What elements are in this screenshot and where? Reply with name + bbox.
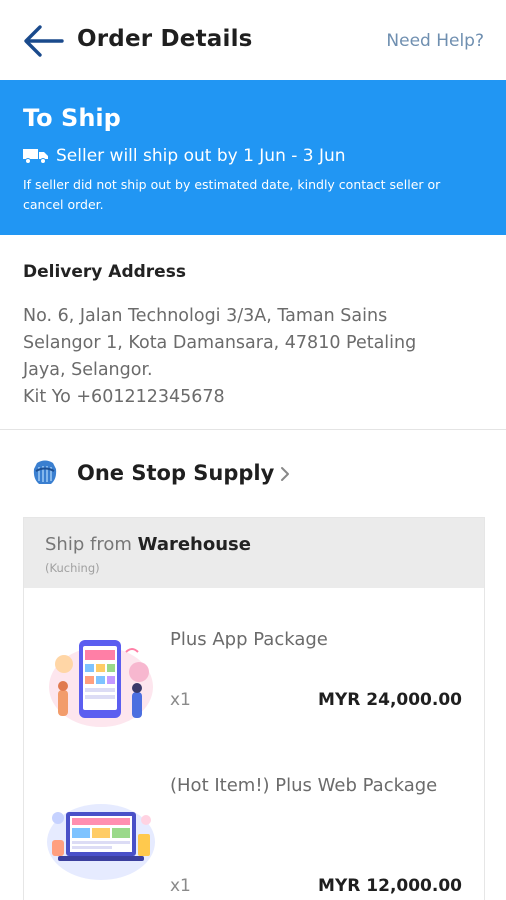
delivery-address-heading: Delivery Address <box>23 262 186 282</box>
back-button[interactable] <box>22 22 66 60</box>
address-line: Jaya, Selangor. <box>23 360 153 380</box>
product-price: MYR 12,000.00 <box>318 876 462 896</box>
status-title: To Ship <box>23 104 121 132</box>
shipping-estimate: Seller will ship out by 1 Jun - 3 Jun <box>23 146 346 166</box>
order-items-card: Ship from Warehouse (Kuching) Plus App P… <box>23 517 485 900</box>
list-item[interactable]: (Hot Item!) Plus Web Package x1 MYR 12,0… <box>24 756 484 900</box>
delivery-address-section: Delivery Address No. 6, Jalan Technologi… <box>0 235 506 430</box>
product-image-web <box>47 804 155 880</box>
shop-logo-icon <box>33 460 57 484</box>
product-price: MYR 24,000.00 <box>318 690 462 710</box>
delivery-address-body: No. 6, Jalan Technologi 3/3A, Taman Sain… <box>23 303 463 411</box>
shop-name: One Stop Supply <box>77 461 275 485</box>
product-name: (Hot Item!) Plus Web Package <box>170 775 438 796</box>
recipient-contact: Kit Yo +601212345678 <box>23 387 225 407</box>
ship-from-header: Ship from Warehouse (Kuching) <box>24 518 484 588</box>
address-line: No. 6, Jalan Technologi 3/3A, Taman Sain… <box>23 306 388 326</box>
ship-by-text: Seller will ship out by 1 Jun - 3 Jun <box>56 146 346 166</box>
truck-icon <box>23 149 48 164</box>
warehouse-location: (Kuching) <box>45 561 100 575</box>
product-image-app <box>49 640 153 727</box>
need-help-link[interactable]: Need Help? <box>386 31 484 51</box>
product-quantity: x1 <box>170 876 191 896</box>
order-status-banner: To Ship Seller will ship out by 1 Jun - … <box>0 80 506 235</box>
ship-from-label: Ship from <box>45 534 132 555</box>
page-title: Order Details <box>77 26 253 52</box>
arrow-left-icon <box>24 25 64 57</box>
warehouse-name: Warehouse <box>137 534 251 555</box>
shop-row[interactable]: One Stop Supply <box>0 445 506 505</box>
top-bar: Order Details Need Help? <box>0 0 506 80</box>
chevron-right-icon <box>281 467 289 481</box>
address-line: Selangor 1, Kota Damansara, 47810 Petali… <box>23 333 417 353</box>
status-note: If seller did not ship out by estimated … <box>23 177 441 212</box>
product-quantity: x1 <box>170 690 191 710</box>
ship-from-line: Ship from Warehouse <box>45 534 251 555</box>
product-name: Plus App Package <box>170 629 328 650</box>
list-item[interactable]: Plus App Package x1 MYR 24,000.00 <box>24 608 484 738</box>
